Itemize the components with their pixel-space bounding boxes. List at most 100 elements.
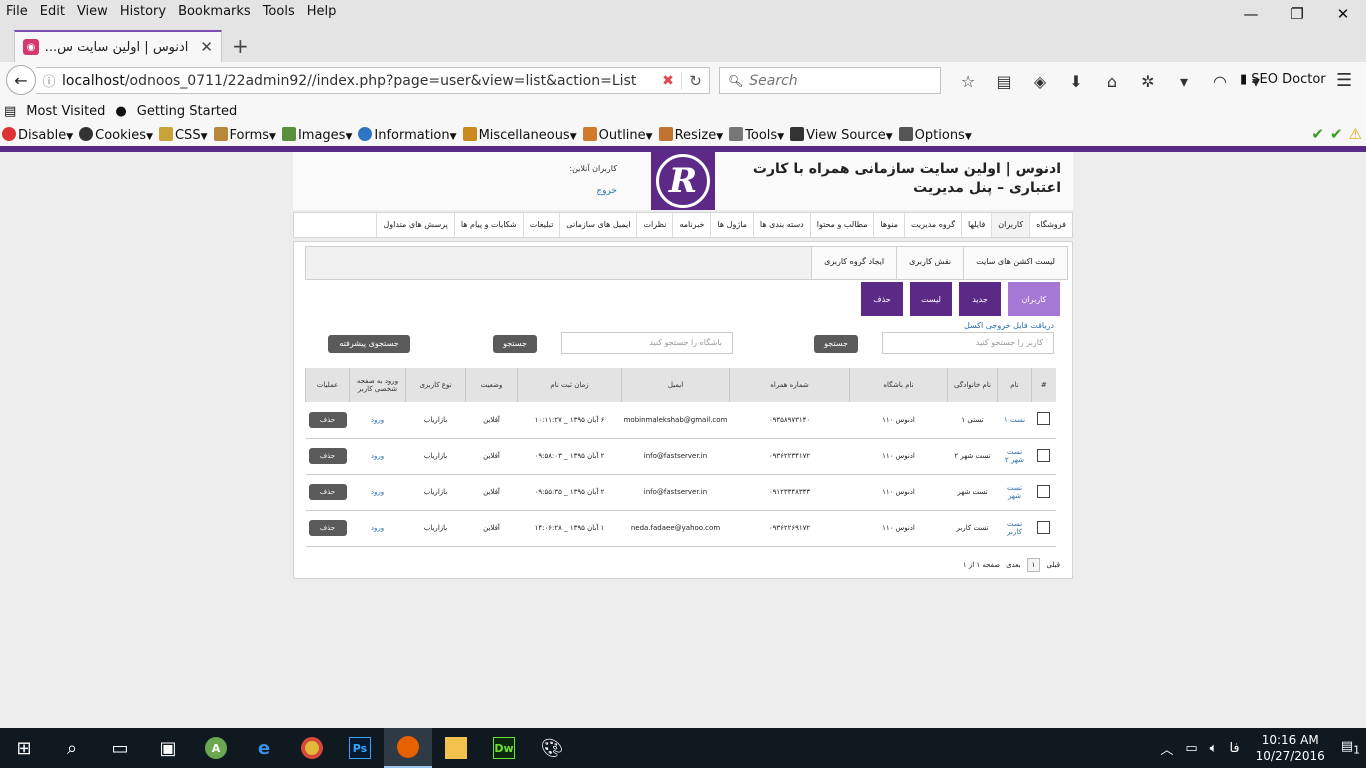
menu-edit[interactable]: Edit	[34, 4, 71, 19]
user-login-link[interactable]: ورود	[349, 438, 406, 475]
dev-resize[interactable]: Resize▼	[658, 126, 723, 143]
club-search-input[interactable]: باشگاه را جستجو کنید	[561, 332, 733, 354]
pager-prev[interactable]: قبلی	[1046, 561, 1060, 569]
row-checkbox[interactable]	[1031, 402, 1056, 439]
user-login-link[interactable]: ورود	[349, 474, 406, 511]
row-delete-button[interactable]: حذف	[305, 402, 350, 439]
windows-start-icon[interactable]: ⊞	[0, 728, 48, 768]
chrome-icon[interactable]	[288, 728, 336, 768]
user-search-button[interactable]: جستجو	[814, 335, 858, 353]
subnav-site-actions[interactable]: لیست اکشن های سایت	[963, 247, 1067, 279]
chevron-up-icon[interactable]: ︿	[1160, 739, 1173, 758]
menu-view[interactable]: View	[71, 4, 114, 19]
paint-icon[interactable]: 🎨︎	[528, 728, 576, 768]
row-checkbox[interactable]	[1031, 510, 1056, 547]
dev-view-source[interactable]: View Source▼	[790, 126, 893, 143]
android-studio-icon[interactable]: A	[192, 728, 240, 768]
back-icon[interactable]: ←	[6, 65, 36, 95]
url-text[interactable]: localhost/odnoos_0711/22admin92//index.p…	[62, 73, 655, 89]
row-checkbox[interactable]	[1031, 438, 1056, 475]
dev-information[interactable]: Information▼	[358, 126, 457, 143]
user-login-link[interactable]: ورود	[349, 510, 406, 547]
clear-icon[interactable]: ✖	[655, 73, 681, 89]
nav-modules[interactable]: ماژول ها	[710, 213, 752, 237]
warning-icon[interactable]: ⚠	[1349, 125, 1362, 143]
users-button[interactable]: کاربران	[1008, 282, 1060, 316]
pocket-icon[interactable]: ◈	[1022, 72, 1058, 91]
pager-next[interactable]: بعدی	[1006, 561, 1020, 569]
dev-tools[interactable]: Tools▼	[729, 126, 784, 143]
row-checkbox[interactable]	[1031, 474, 1056, 511]
menu-bookmarks[interactable]: Bookmarks	[172, 4, 257, 19]
user-name-link[interactable]: تست شهر	[997, 474, 1032, 511]
tab-close-icon[interactable]: ✕	[200, 38, 213, 56]
network-icon[interactable]: ▭	[1185, 741, 1197, 756]
dev-css[interactable]: CSS▼	[158, 126, 208, 143]
dreamweaver-icon[interactable]: Dw	[480, 728, 528, 768]
reload-icon[interactable]: ↻	[681, 71, 709, 90]
nav-org-email[interactable]: ایمیل های سازمانی	[559, 213, 636, 237]
menu-history[interactable]: History	[114, 4, 172, 19]
nav-shop[interactable]: فروشگاه	[1029, 213, 1072, 237]
check-icon[interactable]: ✔	[1330, 125, 1343, 143]
nav-menus[interactable]: منوها	[873, 213, 904, 237]
dev-miscellaneous[interactable]: Miscellaneous▼	[462, 126, 577, 143]
download-icon[interactable]: ⬇	[1058, 72, 1094, 91]
language-indicator[interactable]: فا	[1229, 741, 1239, 756]
menu-tools[interactable]: Tools	[257, 4, 301, 19]
subnav-user-roles[interactable]: نقش کاربری	[896, 247, 964, 279]
row-delete-button[interactable]: حذف	[305, 510, 350, 547]
bookmark-getting-started[interactable]: Getting Started	[137, 104, 238, 119]
new-tab-icon[interactable]: +	[232, 34, 249, 58]
reading-list-icon[interactable]: ▤	[986, 72, 1022, 91]
nav-users[interactable]: کاربران	[991, 213, 1030, 237]
file-explorer-icon[interactable]	[432, 728, 480, 768]
nav-admin-group[interactable]: گروه مدیریت	[903, 213, 961, 237]
dev-disable[interactable]: Disable▼	[2, 126, 73, 143]
nav-categories[interactable]: دسته بندی ها	[752, 213, 810, 237]
user-name-link[interactable]: تست شهر ۲	[997, 438, 1032, 475]
home-icon[interactable]: ⌂	[1094, 72, 1130, 91]
row-delete-button[interactable]: حذف	[305, 438, 350, 475]
menu-help[interactable]: Help	[301, 4, 343, 19]
user-login-link[interactable]: ورود	[349, 402, 406, 439]
club-search-button[interactable]: جستجو	[493, 335, 537, 353]
excel-export-link[interactable]: دریافت فایل خروجی اکسل	[964, 321, 1054, 330]
logout-link[interactable]: خروج	[543, 186, 617, 196]
site-logo[interactable]: R	[651, 152, 715, 210]
dev-images[interactable]: Images▼	[281, 126, 352, 143]
edge-icon[interactable]: e	[240, 728, 288, 768]
user-search-input[interactable]: کاربر را جستجو کنید	[882, 332, 1054, 354]
user-name-link[interactable]: تست کاربر	[997, 510, 1032, 547]
info-icon[interactable]: ⓘ	[36, 71, 62, 90]
volume-icon[interactable]: 🔈︎	[1210, 741, 1218, 756]
dev-forms[interactable]: Forms▼	[213, 126, 276, 143]
nav-comments[interactable]: نظرات	[636, 213, 672, 237]
chevron-down-icon[interactable]: ▾	[1166, 72, 1202, 91]
notification-icon[interactable]: ▤1	[1341, 739, 1360, 757]
menu-file[interactable]: File	[0, 4, 34, 19]
rainbow-icon[interactable]: ◠	[1202, 72, 1238, 91]
browser-tab[interactable]: ◉ ادنوس | اولین سایت س... ✕	[14, 30, 222, 62]
firefox-icon[interactable]	[384, 728, 432, 768]
photoshop-icon[interactable]: Ps	[336, 728, 384, 768]
dev-outline[interactable]: Outline▼	[582, 126, 653, 143]
clock[interactable]: 10:16 AM 10/27/2016	[1256, 732, 1325, 764]
hamburger-menu-icon[interactable]: ☰	[1336, 70, 1352, 91]
bookmark-most-visited[interactable]: Most Visited	[26, 104, 105, 119]
star-icon[interactable]: ☆	[950, 72, 986, 91]
nav-complaints[interactable]: شکایات و پیام ها	[453, 213, 523, 237]
check-icon[interactable]: ✔	[1311, 125, 1324, 143]
nav-ads[interactable]: تبلیغات	[522, 213, 560, 237]
dev-cookies[interactable]: Cookies▼	[79, 126, 153, 143]
subnav-create-user-group[interactable]: ایجاد گروه کاربری	[811, 247, 897, 279]
list-button[interactable]: لیست	[910, 282, 952, 316]
search-box[interactable]: 🔍︎	[719, 67, 941, 94]
store-icon[interactable]: ▣	[144, 728, 192, 768]
search-icon[interactable]: ⌕	[48, 728, 96, 768]
url-bar[interactable]: ⓘ localhost/odnoos_0711/22admin92//index…	[36, 67, 710, 94]
new-button[interactable]: جدید	[959, 282, 1001, 316]
search-input[interactable]	[749, 72, 930, 89]
task-view-icon[interactable]: ▭	[96, 728, 144, 768]
nav-content[interactable]: مطالب و محتوا	[809, 213, 874, 237]
